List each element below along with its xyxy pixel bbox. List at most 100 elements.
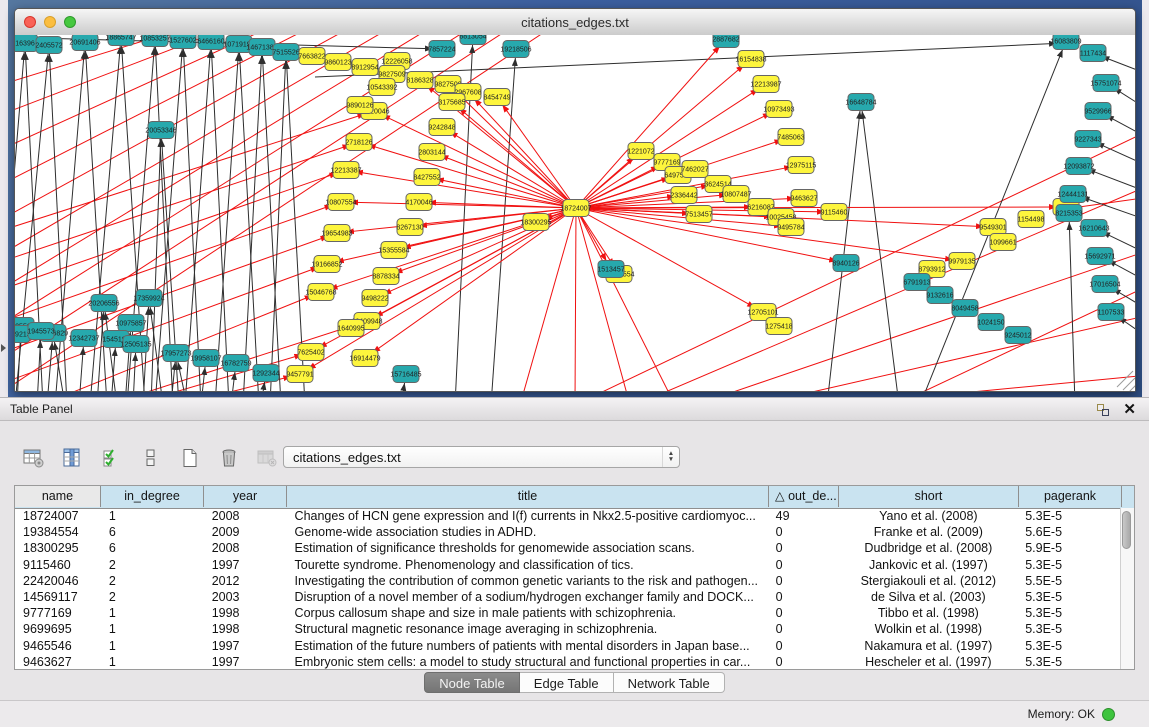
graph-node[interactable]: 7485063 [777,129,804,146]
graph-node[interactable]: 7515526 [272,44,299,61]
row-height-button[interactable] [137,445,165,472]
table-row[interactable]: 1456911722003Disruption of a novel membe… [15,589,1120,605]
graph-node[interactable]: 10975857 [115,315,146,332]
graph-node[interactable]: 1154498 [1018,211,1045,228]
graph-node[interactable]: 16210643 [1078,220,1109,237]
graph-node[interactable]: 1945573 [27,323,54,340]
graph-node[interactable]: 7625402 [297,344,324,361]
graph-node[interactable]: 9115460 [821,204,848,221]
graph-node[interactable]: 12975115 [786,157,817,174]
graph-node[interactable]: 1513457 [597,261,624,278]
select-all-columns-button[interactable] [98,445,126,472]
minimize-window-button[interactable] [44,16,56,28]
table-row[interactable]: 2242004622012Investigating the contribut… [15,573,1120,589]
tab-edge-table[interactable]: Edge Table [520,672,614,693]
graph-node[interactable]: 16782759 [220,355,251,372]
graph-node[interactable]: 2718126 [345,134,372,151]
graph-node[interactable]: 1275418 [765,318,792,335]
graph-node[interactable]: 16083809 [1050,35,1081,50]
graph-node[interactable]: 10973493 [763,101,794,118]
graph-node[interactable]: 9245012 [1004,327,1031,344]
graph-node[interactable]: 19958107 [190,350,221,367]
table-row[interactable]: 1830029562008Estimation of significance … [15,540,1120,556]
graph-node[interactable]: 17359924 [133,290,164,307]
graph-node[interactable]: 7513457 [685,206,712,223]
vertical-scrollbar[interactable] [1120,508,1134,669]
graph-node[interactable]: 9495784 [777,219,804,236]
graph-node[interactable]: 12342737 [68,330,99,347]
memory-status-indicator[interactable] [1102,708,1115,721]
table-row[interactable]: 1938455462009Genome-wide association stu… [15,524,1120,540]
graph-node[interactable]: 19218506 [500,41,531,58]
table-panel-titlebar[interactable]: Table Panel ✕ [0,397,1149,421]
network-graph[interactable]: 1639624055722069140618865747108532571527… [15,35,1135,391]
graph-node[interactable]: 2887682 [712,35,739,48]
column-header-out-de-[interactable]: △ out_de... [769,486,839,507]
graph-node[interactable]: 9457791 [286,366,313,383]
scrollbar-thumb[interactable] [1122,511,1131,549]
graph-node[interactable]: 12444131 [1057,186,1088,203]
network-window[interactable]: citations_edges.txt 16396240557220691406… [14,8,1136,392]
graph-node[interactable]: 1024150 [977,314,1004,331]
column-header-in-degree[interactable]: in_degree [101,486,204,507]
graph-node[interactable]: 12213987 [750,76,781,93]
table-row[interactable]: 969969511998Structural magnetic resonanc… [15,621,1120,637]
delete-button[interactable] [215,445,243,472]
graph-node[interactable]: 1099661 [989,234,1016,251]
graph-node[interactable]: 1221072 [627,143,654,160]
graph-node[interactable]: 7462027 [681,161,708,178]
graph-node[interactable]: 12505135 [120,336,151,353]
float-panel-button[interactable] [1097,404,1109,416]
graph-node[interactable]: 10853257 [139,35,170,47]
graph-node[interactable]: 7857224 [428,41,455,58]
graph-node[interactable]: 10807554 [325,194,356,211]
graph-node[interactable]: 16154838 [735,51,766,68]
graph-node[interactable]: 1107533 [1098,304,1125,321]
graph-node[interactable]: 19654983 [321,225,352,242]
network-window-titlebar[interactable]: citations_edges.txt [15,9,1135,36]
graph-node[interactable]: 3175685 [438,94,465,111]
table-settings-button[interactable] [20,445,48,472]
graph-node[interactable]: 15046768 [305,284,336,301]
close-panel-button[interactable]: ✕ [1123,400,1136,418]
table-row[interactable]: 946554611997Estimation of the future num… [15,638,1120,654]
graph-node[interactable]: 20691406 [69,35,100,51]
table-row[interactable]: 1872400712008Changes of HCN gene express… [15,508,1120,524]
graph-node[interactable]: 12093872 [1063,158,1094,175]
graph-node[interactable]: 15692971 [1084,248,1115,265]
column-header-year[interactable]: year [204,486,287,507]
graph-node[interactable]: 7663822 [298,48,325,65]
graph-node[interactable]: 9227343 [1074,131,1101,148]
graph-node[interactable]: 8454749 [483,89,510,106]
graph-node[interactable]: 18865747 [105,35,136,46]
graph-node[interactable]: 2336442 [670,187,697,204]
graph-node[interactable]: 2405572 [35,37,62,54]
graph-node[interactable]: 1640995 [337,320,364,337]
graph-node[interactable]: 9979135 [948,253,975,270]
column-header-name[interactable]: name [15,486,101,507]
graph-node[interactable]: 8813054 [459,35,486,45]
close-window-button[interactable] [24,16,36,28]
column-header-pagerank[interactable]: pagerank [1019,486,1122,507]
graph-node[interactable]: 18724007 [560,200,591,217]
graph-node[interactable]: 9498222 [361,290,388,307]
table-selector-dropdown[interactable]: citations_edges.txt ▲▼ [283,446,680,468]
graph-node[interactable]: 6791913 [903,274,930,291]
graph-node[interactable]: 9529966 [1084,103,1111,120]
graph-node[interactable]: 8049458 [951,300,978,317]
graph-node[interactable]: 8878334 [372,268,399,285]
column-header-title[interactable]: title [287,486,769,507]
graph-node[interactable]: 8940126 [832,255,859,272]
graph-node[interactable]: 20053346 [145,122,176,139]
graph-node[interactable]: 8427552 [413,169,440,186]
collapsed-panel-arrow-icon[interactable] [1,344,6,352]
graph-node[interactable]: 9890126 [346,97,373,114]
graph-node[interactable]: 19166852 [311,256,342,273]
graph-node[interactable]: 18300295 [520,214,551,231]
graph-node[interactable]: 15751074 [1090,75,1121,92]
zoom-window-button[interactable] [64,16,76,28]
graph-node[interactable]: 9463627 [790,190,817,207]
graph-node[interactable]: 16914479 [349,350,380,367]
node-table[interactable]: namein_degreeyeartitle△ out_de...shortpa… [14,485,1135,670]
new-file-button[interactable] [176,445,204,472]
